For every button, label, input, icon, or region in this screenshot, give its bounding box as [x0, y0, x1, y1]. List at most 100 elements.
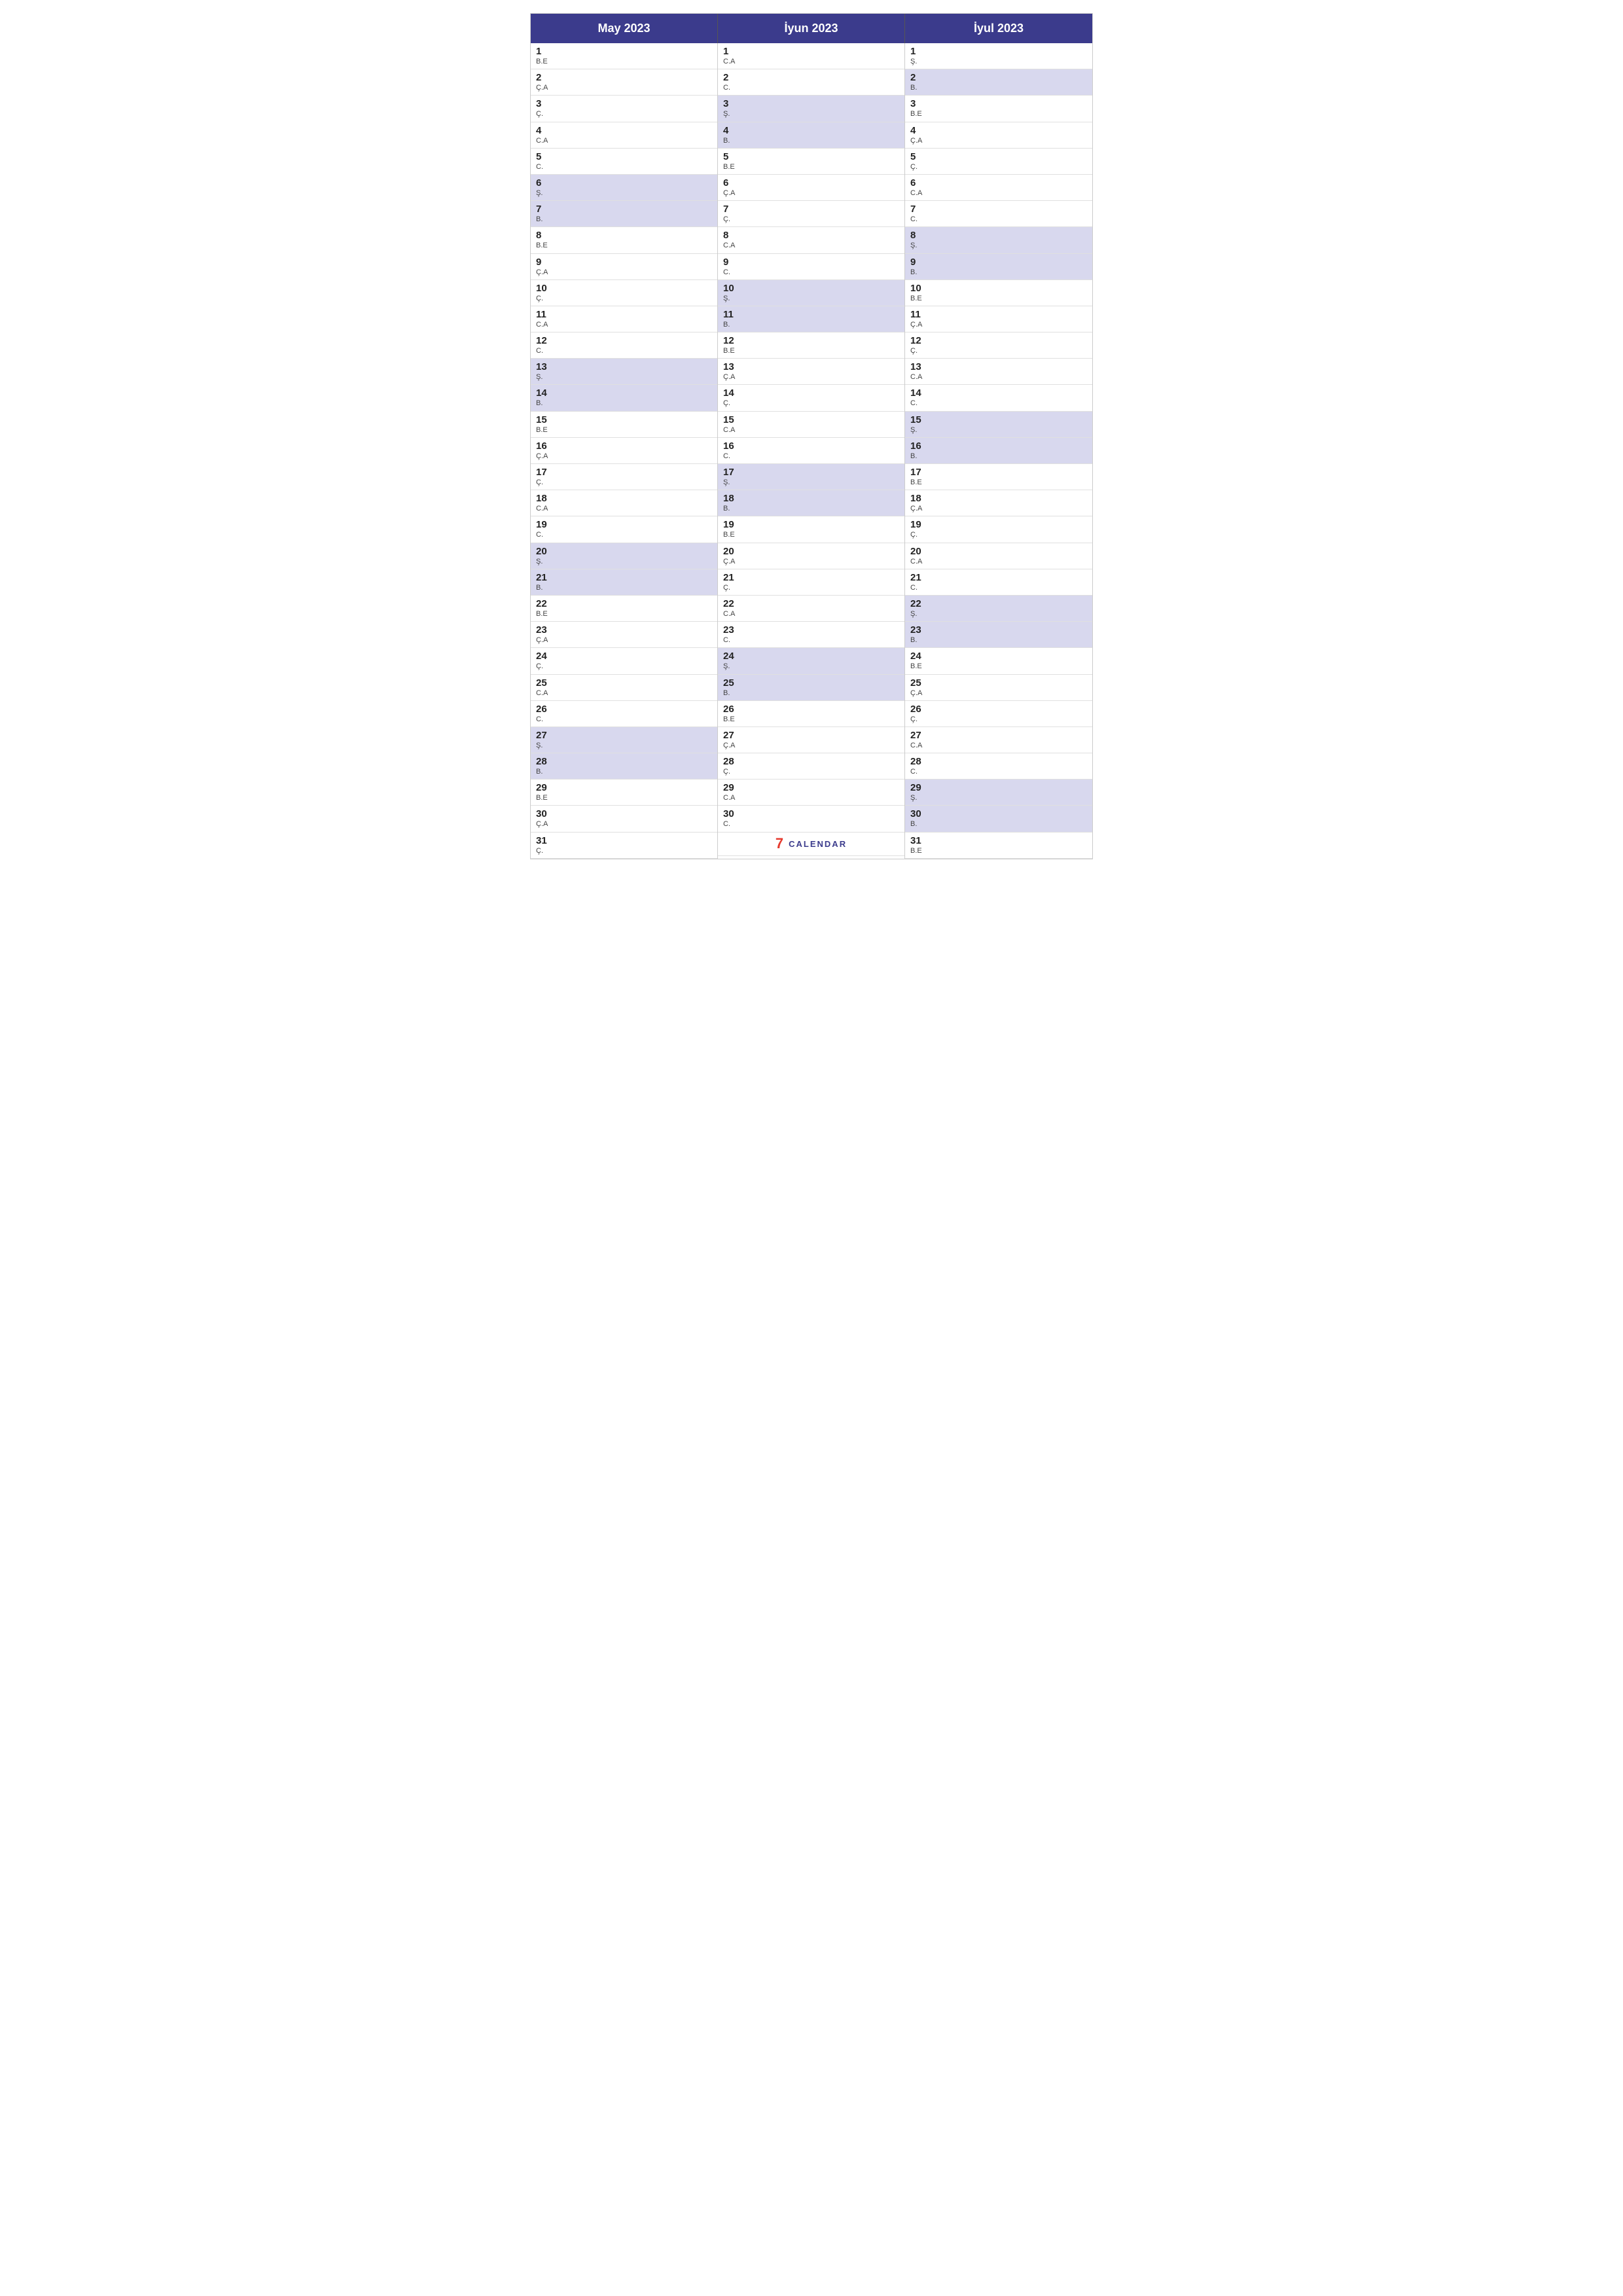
day-number: 20	[723, 546, 899, 558]
day-cell: 12C.	[531, 332, 717, 359]
day-abbr: C.A	[910, 189, 1087, 198]
day-cell: 28C.	[905, 753, 1092, 780]
day-abbr: Ç.	[536, 478, 712, 487]
day-abbr: C.	[910, 399, 1087, 408]
day-cell: 27C.A	[905, 727, 1092, 753]
day-cell: 31Ç.	[531, 833, 717, 859]
day-number: 22	[723, 598, 899, 610]
day-abbr: C.A	[536, 505, 712, 513]
day-abbr: Ç.A	[536, 84, 712, 92]
day-abbr: Ş.	[723, 478, 899, 487]
day-number: 4	[723, 125, 899, 137]
day-abbr: B.	[910, 268, 1087, 277]
day-number: 6	[536, 177, 712, 189]
day-abbr: C.A	[723, 794, 899, 802]
day-cell: 19B.E	[718, 516, 904, 543]
day-abbr: C.	[536, 163, 712, 171]
day-abbr: C.	[723, 636, 899, 645]
day-cell: 11C.A	[531, 306, 717, 332]
day-cell: 5C.	[531, 149, 717, 175]
day-abbr: B.E	[910, 662, 1087, 671]
day-number: 29	[723, 782, 899, 794]
day-number: 18	[536, 493, 712, 505]
day-abbr: B.	[723, 321, 899, 329]
day-number: 9	[910, 257, 1087, 268]
day-abbr: B.E	[723, 163, 899, 171]
day-abbr: Ç.	[536, 847, 712, 855]
day-cell: 11Ç.A	[905, 306, 1092, 332]
day-abbr: Ç.	[910, 163, 1087, 171]
day-cell: 29C.A	[718, 780, 904, 806]
day-number: 2	[723, 72, 899, 84]
day-cell: 3Ç.	[531, 96, 717, 122]
day-abbr: B.	[536, 399, 712, 408]
day-number: 25	[536, 677, 712, 689]
day-cell: 4B.	[718, 122, 904, 149]
day-cell: 23B.	[905, 622, 1092, 648]
day-number: 17	[723, 467, 899, 478]
day-abbr: B.	[536, 215, 712, 224]
day-number: 17	[910, 467, 1087, 478]
day-abbr: Ş.	[536, 373, 712, 382]
day-abbr: Ç.A	[723, 558, 899, 566]
day-cell: 25C.A	[531, 675, 717, 701]
day-abbr: Ş.	[910, 610, 1087, 619]
day-abbr: Ç.	[723, 584, 899, 592]
day-abbr: C.A	[723, 58, 899, 66]
day-abbr: B.	[536, 584, 712, 592]
day-cell: 2B.	[905, 69, 1092, 96]
day-number: 28	[910, 756, 1087, 768]
day-cell: 16B.	[905, 438, 1092, 464]
day-number: 23	[723, 624, 899, 636]
day-number: 28	[536, 756, 712, 768]
day-cell: 15C.A	[718, 412, 904, 438]
day-number: 10	[910, 283, 1087, 295]
day-cell: 12Ç.	[905, 332, 1092, 359]
day-abbr: C.	[723, 452, 899, 461]
day-cell: 7Ç.	[718, 201, 904, 227]
day-cell: 14B.	[531, 385, 717, 411]
day-abbr: Ç.	[910, 715, 1087, 724]
day-cell: 24Ş.	[718, 648, 904, 674]
day-abbr: Ş.	[536, 558, 712, 566]
day-number: 21	[536, 572, 712, 584]
day-abbr: C.A	[536, 321, 712, 329]
day-abbr: B.	[910, 84, 1087, 92]
day-number: 6	[910, 177, 1087, 189]
day-number: 19	[723, 519, 899, 531]
day-number: 26	[723, 704, 899, 715]
day-number: 9	[536, 257, 712, 268]
month-header-iyun: İyun 2023	[718, 14, 905, 43]
day-abbr: Ç.	[910, 531, 1087, 539]
day-number: 13	[910, 361, 1087, 373]
day-abbr: B.	[536, 768, 712, 776]
day-cell: 6C.A	[905, 175, 1092, 201]
day-cell: 22B.E	[531, 596, 717, 622]
day-abbr: Ç.	[910, 347, 1087, 355]
day-abbr: Ş.	[910, 426, 1087, 435]
day-cell: 2C.	[718, 69, 904, 96]
day-abbr: B.E	[723, 715, 899, 724]
day-number: 27	[723, 730, 899, 742]
day-number: 5	[910, 151, 1087, 163]
day-cell: 25B.	[718, 675, 904, 701]
day-cell: 21C.	[905, 569, 1092, 596]
day-abbr: Ş.	[536, 742, 712, 750]
day-cell: 31B.E	[905, 833, 1092, 859]
day-cell: 7C.	[905, 201, 1092, 227]
day-cell: 4C.A	[531, 122, 717, 149]
day-cell: 8B.E	[531, 227, 717, 253]
month-header-iyul: İyul 2023	[905, 14, 1092, 43]
day-cell: 8C.A	[718, 227, 904, 253]
day-number: 21	[910, 572, 1087, 584]
day-number: 2	[910, 72, 1087, 84]
day-abbr: Ç.	[536, 110, 712, 118]
day-number: 1	[536, 46, 712, 58]
day-abbr: C.	[536, 347, 712, 355]
day-number: 9	[723, 257, 899, 268]
day-cell: 3B.E	[905, 96, 1092, 122]
day-abbr: B.E	[536, 242, 712, 250]
day-number: 1	[723, 46, 899, 58]
day-abbr: Ç.	[723, 215, 899, 224]
day-abbr: Ç.A	[536, 268, 712, 277]
